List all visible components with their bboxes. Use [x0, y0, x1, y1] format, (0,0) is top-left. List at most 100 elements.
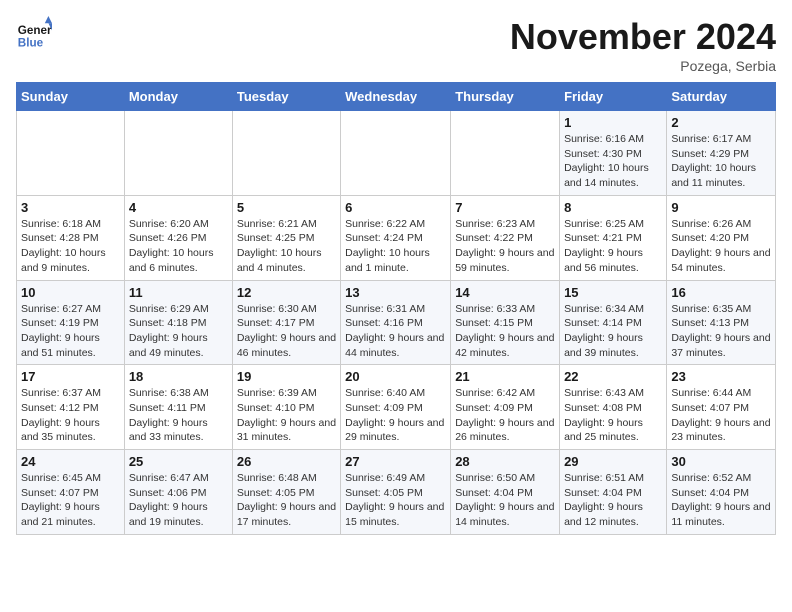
page-header: General Blue November 2024 Pozega, Serbi…	[16, 16, 776, 74]
day-cell: 19 Sunrise: 6:39 AMSunset: 4:10 PMDayligh…	[232, 365, 340, 450]
column-header-wednesday: Wednesday	[341, 83, 451, 111]
day-cell: 17 Sunrise: 6:37 AMSunset: 4:12 PMDayligh…	[17, 365, 125, 450]
day-number: 22	[564, 369, 662, 384]
day-number: 6	[345, 200, 446, 215]
column-header-sunday: Sunday	[17, 83, 125, 111]
day-number: 23	[671, 369, 771, 384]
day-detail: Sunrise: 6:39 AMSunset: 4:10 PMDaylight:…	[237, 386, 336, 445]
day-number: 4	[129, 200, 228, 215]
day-cell: 25 Sunrise: 6:47 AMSunset: 4:06 PMDayligh…	[124, 450, 232, 535]
day-detail: Sunrise: 6:44 AMSunset: 4:07 PMDaylight:…	[671, 386, 771, 445]
day-number: 21	[455, 369, 555, 384]
day-cell: 9Sunrise: 6:26 AMSunset: 4:20 PMDaylight…	[667, 195, 776, 280]
svg-text:Blue: Blue	[18, 37, 44, 50]
day-cell: 8 Sunrise: 6:25 AMSunset: 4:21 PMDaylight…	[560, 195, 667, 280]
day-cell	[232, 111, 340, 196]
day-cell: 14Sunrise: 6:33 AMSunset: 4:15 PMDayligh…	[451, 280, 560, 365]
day-detail: Sunrise: 6:47 AMSunset: 4:06 PMDaylight:…	[129, 471, 228, 530]
column-header-thursday: Thursday	[451, 83, 560, 111]
day-number: 20	[345, 369, 446, 384]
day-detail: Sunrise: 6:50 AMSunset: 4:04 PMDaylight:…	[455, 471, 555, 530]
day-detail: Sunrise: 6:18 AMSunset: 4:28 PMDaylight:…	[21, 217, 120, 276]
column-header-saturday: Saturday	[667, 83, 776, 111]
day-cell: 16Sunrise: 6:35 AMSunset: 4:13 PMDayligh…	[667, 280, 776, 365]
day-cell	[124, 111, 232, 196]
day-number: 27	[345, 454, 446, 469]
day-cell: 27 Sunrise: 6:49 AMSunset: 4:05 PMDayligh…	[341, 450, 451, 535]
month-title: November 2024	[510, 16, 776, 58]
day-cell: 29 Sunrise: 6:51 AMSunset: 4:04 PMDayligh…	[560, 450, 667, 535]
day-cell: 7 Sunrise: 6:23 AMSunset: 4:22 PMDaylight…	[451, 195, 560, 280]
week-row-3: 10Sunrise: 6:27 AMSunset: 4:19 PMDayligh…	[17, 280, 776, 365]
week-row-2: 3Sunrise: 6:18 AMSunset: 4:28 PMDaylight…	[17, 195, 776, 280]
day-cell: 3Sunrise: 6:18 AMSunset: 4:28 PMDaylight…	[17, 195, 125, 280]
day-cell	[341, 111, 451, 196]
day-detail: Sunrise: 6:51 AMSunset: 4:04 PMDaylight:…	[564, 471, 662, 530]
day-number: 17	[21, 369, 120, 384]
day-cell: 20 Sunrise: 6:40 AMSunset: 4:09 PMDayligh…	[341, 365, 451, 450]
day-cell: 5 Sunrise: 6:21 AMSunset: 4:25 PMDaylight…	[232, 195, 340, 280]
day-number: 1	[564, 115, 662, 130]
day-number: 26	[237, 454, 336, 469]
day-cell: 23 Sunrise: 6:44 AMSunset: 4:07 PMDayligh…	[667, 365, 776, 450]
day-detail: Sunrise: 6:34 AMSunset: 4:14 PMDaylight:…	[564, 302, 662, 361]
day-detail: Sunrise: 6:43 AMSunset: 4:08 PMDaylight:…	[564, 386, 662, 445]
day-number: 10	[21, 285, 120, 300]
day-detail: Sunrise: 6:42 AMSunset: 4:09 PMDaylight:…	[455, 386, 555, 445]
day-number: 7	[455, 200, 555, 215]
week-row-5: 24 Sunrise: 6:45 AMSunset: 4:07 PMDayligh…	[17, 450, 776, 535]
day-cell: 11 Sunrise: 6:29 AMSunset: 4:18 PMDayligh…	[124, 280, 232, 365]
location-subtitle: Pozega, Serbia	[510, 58, 776, 74]
day-number: 5	[237, 200, 336, 215]
day-number: 24	[21, 454, 120, 469]
day-detail: Sunrise: 6:23 AMSunset: 4:22 PMDaylight:…	[455, 217, 555, 276]
day-detail: Sunrise: 6:52 AMSunset: 4:04 PMDaylight:…	[671, 471, 771, 530]
day-detail: Sunrise: 6:35 AMSunset: 4:13 PMDaylight:…	[671, 302, 771, 361]
day-detail: Sunrise: 6:40 AMSunset: 4:09 PMDaylight:…	[345, 386, 446, 445]
day-detail: Sunrise: 6:49 AMSunset: 4:05 PMDaylight:…	[345, 471, 446, 530]
logo-icon: General Blue	[16, 16, 52, 52]
day-cell: 2 Sunrise: 6:17 AMSunset: 4:29 PMDaylight…	[667, 111, 776, 196]
column-header-tuesday: Tuesday	[232, 83, 340, 111]
day-cell: 21 Sunrise: 6:42 AMSunset: 4:09 PMDayligh…	[451, 365, 560, 450]
day-detail: Sunrise: 6:38 AMSunset: 4:11 PMDaylight:…	[129, 386, 228, 445]
day-detail: Sunrise: 6:48 AMSunset: 4:05 PMDaylight:…	[237, 471, 336, 530]
column-header-monday: Monday	[124, 83, 232, 111]
day-number: 2	[671, 115, 771, 130]
day-detail: Sunrise: 6:45 AMSunset: 4:07 PMDaylight:…	[21, 471, 120, 530]
day-detail: Sunrise: 6:21 AMSunset: 4:25 PMDaylight:…	[237, 217, 336, 276]
week-row-1: 1Sunrise: 6:16 AMSunset: 4:30 PMDaylight…	[17, 111, 776, 196]
day-number: 11	[129, 285, 228, 300]
day-cell: 4Sunrise: 6:20 AMSunset: 4:26 PMDaylight…	[124, 195, 232, 280]
day-cell: 15 Sunrise: 6:34 AMSunset: 4:14 PMDayligh…	[560, 280, 667, 365]
svg-text:General: General	[18, 24, 52, 37]
day-detail: Sunrise: 6:37 AMSunset: 4:12 PMDaylight:…	[21, 386, 120, 445]
day-detail: Sunrise: 6:17 AMSunset: 4:29 PMDaylight:…	[671, 132, 771, 191]
day-number: 15	[564, 285, 662, 300]
calendar-table: SundayMondayTuesdayWednesdayThursdayFrid…	[16, 82, 776, 535]
day-detail: Sunrise: 6:25 AMSunset: 4:21 PMDaylight:…	[564, 217, 662, 276]
day-cell: 18 Sunrise: 6:38 AMSunset: 4:11 PMDayligh…	[124, 365, 232, 450]
day-number: 8	[564, 200, 662, 215]
day-cell	[17, 111, 125, 196]
day-number: 29	[564, 454, 662, 469]
day-number: 19	[237, 369, 336, 384]
day-cell: 12Sunrise: 6:30 AMSunset: 4:17 PMDayligh…	[232, 280, 340, 365]
day-cell: 30 Sunrise: 6:52 AMSunset: 4:04 PMDayligh…	[667, 450, 776, 535]
day-detail: Sunrise: 6:26 AMSunset: 4:20 PMDaylight:…	[671, 217, 771, 276]
day-cell: 6 Sunrise: 6:22 AMSunset: 4:24 PMDaylight…	[341, 195, 451, 280]
day-number: 14	[455, 285, 555, 300]
day-detail: Sunrise: 6:29 AMSunset: 4:18 PMDaylight:…	[129, 302, 228, 361]
day-cell: 10Sunrise: 6:27 AMSunset: 4:19 PMDayligh…	[17, 280, 125, 365]
day-cell	[451, 111, 560, 196]
logo: General Blue	[16, 16, 52, 52]
day-number: 28	[455, 454, 555, 469]
calendar-body: 1Sunrise: 6:16 AMSunset: 4:30 PMDaylight…	[17, 111, 776, 535]
title-block: November 2024 Pozega, Serbia	[510, 16, 776, 74]
day-number: 25	[129, 454, 228, 469]
day-number: 18	[129, 369, 228, 384]
column-header-friday: Friday	[560, 83, 667, 111]
day-cell: 24 Sunrise: 6:45 AMSunset: 4:07 PMDayligh…	[17, 450, 125, 535]
day-detail: Sunrise: 6:22 AMSunset: 4:24 PMDaylight:…	[345, 217, 446, 276]
day-number: 30	[671, 454, 771, 469]
